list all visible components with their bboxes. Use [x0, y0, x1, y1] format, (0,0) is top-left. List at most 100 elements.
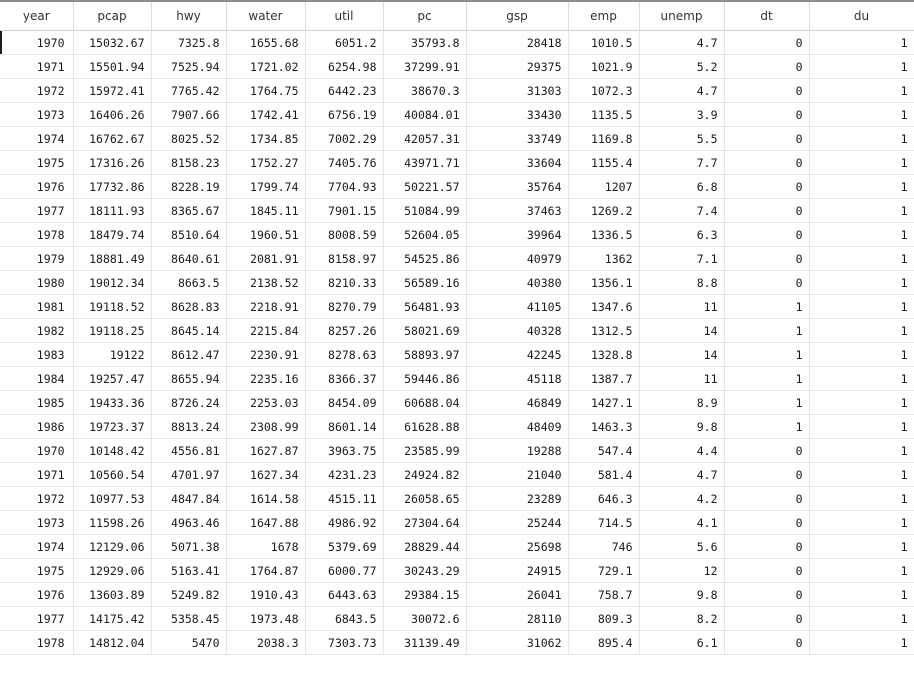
cell-dt[interactable]: 0 — [724, 270, 810, 295]
cell-pcap[interactable]: 19012.34 — [73, 270, 152, 295]
cell-gsp[interactable]: 41105 — [466, 294, 569, 319]
cell-year[interactable]: 1972 — [0, 78, 74, 103]
cell-pcap[interactable]: 15972.41 — [73, 78, 152, 103]
cell-hwy[interactable]: 5163.41 — [151, 558, 227, 583]
cell-pcap[interactable]: 19723.37 — [73, 414, 152, 439]
cell-water[interactable]: 2038.3 — [226, 630, 306, 655]
cell-unemp[interactable]: 8.9 — [639, 390, 725, 415]
cell-year[interactable]: 1978 — [0, 222, 74, 247]
cell-unemp[interactable]: 8.8 — [639, 270, 725, 295]
cell-gsp[interactable]: 29375 — [466, 54, 569, 79]
cell-util[interactable]: 8008.59 — [305, 222, 384, 247]
cell-du[interactable]: 1 — [809, 126, 914, 151]
cell-pc[interactable]: 35793.8 — [383, 30, 467, 55]
cell-pc[interactable]: 60688.04 — [383, 390, 467, 415]
cell-pcap[interactable]: 15032.67 — [73, 30, 152, 55]
cell-unemp[interactable]: 4.1 — [639, 510, 725, 535]
cell-hwy[interactable]: 5249.82 — [151, 582, 227, 607]
cell-water[interactable]: 2138.52 — [226, 270, 306, 295]
cell-unemp[interactable]: 6.1 — [639, 630, 725, 655]
cell-unemp[interactable]: 4.2 — [639, 486, 725, 511]
cell-du[interactable]: 1 — [809, 246, 914, 271]
cell-du[interactable]: 1 — [809, 534, 914, 559]
cell-hwy[interactable]: 8663.5 — [151, 270, 227, 295]
cell-year[interactable]: 1984 — [0, 366, 74, 391]
cell-dt[interactable]: 0 — [724, 246, 810, 271]
cell-emp[interactable]: 809.3 — [568, 606, 640, 631]
cell-pc[interactable]: 37299.91 — [383, 54, 467, 79]
cell-gsp[interactable]: 42245 — [466, 342, 569, 367]
cell-du[interactable]: 1 — [809, 558, 914, 583]
cell-water[interactable]: 2235.16 — [226, 366, 306, 391]
column-header-unemp[interactable]: unemp — [639, 2, 725, 31]
cell-du[interactable]: 1 — [809, 270, 914, 295]
cell-hwy[interactable]: 8655.94 — [151, 366, 227, 391]
cell-water[interactable]: 1647.88 — [226, 510, 306, 535]
cell-gsp[interactable]: 21040 — [466, 462, 569, 487]
cell-gsp[interactable]: 31062 — [466, 630, 569, 655]
cell-pcap[interactable]: 10560.54 — [73, 462, 152, 487]
cell-gsp[interactable]: 33604 — [466, 150, 569, 175]
cell-emp[interactable]: 1463.3 — [568, 414, 640, 439]
cell-pc[interactable]: 28829.44 — [383, 534, 467, 559]
cell-util[interactable]: 8601.14 — [305, 414, 384, 439]
cell-hwy[interactable]: 8510.64 — [151, 222, 227, 247]
cell-hwy[interactable]: 8365.67 — [151, 198, 227, 223]
cell-emp[interactable]: 1312.5 — [568, 318, 640, 343]
cell-unemp[interactable]: 4.7 — [639, 462, 725, 487]
cell-pcap[interactable]: 13603.89 — [73, 582, 152, 607]
cell-gsp[interactable]: 33749 — [466, 126, 569, 151]
cell-unemp[interactable]: 5.6 — [639, 534, 725, 559]
cell-gsp[interactable]: 23289 — [466, 486, 569, 511]
cell-water[interactable]: 1627.87 — [226, 438, 306, 463]
cell-emp[interactable]: 1207 — [568, 174, 640, 199]
cell-du[interactable]: 1 — [809, 510, 914, 535]
cell-hwy[interactable]: 8645.14 — [151, 318, 227, 343]
cell-du[interactable]: 1 — [809, 462, 914, 487]
cell-du[interactable]: 1 — [809, 150, 914, 175]
cell-water[interactable]: 2308.99 — [226, 414, 306, 439]
cell-util[interactable]: 8278.63 — [305, 342, 384, 367]
cell-dt[interactable]: 0 — [724, 510, 810, 535]
column-header-hwy[interactable]: hwy — [151, 2, 227, 31]
column-header-emp[interactable]: emp — [568, 2, 640, 31]
column-header-dt[interactable]: dt — [724, 2, 810, 31]
cell-dt[interactable]: 0 — [724, 30, 810, 55]
cell-hwy[interactable]: 8158.23 — [151, 150, 227, 175]
cell-unemp[interactable]: 12 — [639, 558, 725, 583]
cell-pc[interactable]: 42057.31 — [383, 126, 467, 151]
cell-pcap[interactable]: 19118.52 — [73, 294, 152, 319]
cell-year[interactable]: 1971 — [0, 54, 74, 79]
cell-water[interactable]: 2253.03 — [226, 390, 306, 415]
cell-du[interactable]: 1 — [809, 582, 914, 607]
cell-year[interactable]: 1970 — [0, 30, 74, 55]
column-header-util[interactable]: util — [305, 2, 384, 31]
cell-dt[interactable]: 0 — [724, 174, 810, 199]
cell-du[interactable]: 1 — [809, 606, 914, 631]
cell-gsp[interactable]: 28110 — [466, 606, 569, 631]
cell-emp[interactable]: 714.5 — [568, 510, 640, 535]
cell-du[interactable]: 1 — [809, 30, 914, 55]
cell-gsp[interactable]: 33430 — [466, 102, 569, 127]
cell-water[interactable]: 1752.27 — [226, 150, 306, 175]
cell-gsp[interactable]: 31303 — [466, 78, 569, 103]
cell-pcap[interactable]: 18881.49 — [73, 246, 152, 271]
cell-util[interactable]: 3963.75 — [305, 438, 384, 463]
cell-emp[interactable]: 729.1 — [568, 558, 640, 583]
cell-hwy[interactable]: 7765.42 — [151, 78, 227, 103]
cell-gsp[interactable]: 40380 — [466, 270, 569, 295]
cell-pc[interactable]: 51084.99 — [383, 198, 467, 223]
cell-emp[interactable]: 1135.5 — [568, 102, 640, 127]
cell-pcap[interactable]: 12929.06 — [73, 558, 152, 583]
cell-dt[interactable]: 1 — [724, 390, 810, 415]
cell-util[interactable]: 6443.63 — [305, 582, 384, 607]
cell-water[interactable]: 1655.68 — [226, 30, 306, 55]
cell-hwy[interactable]: 8228.19 — [151, 174, 227, 199]
cell-emp[interactable]: 1072.3 — [568, 78, 640, 103]
cell-pc[interactable]: 30243.29 — [383, 558, 467, 583]
cell-pcap[interactable]: 10148.42 — [73, 438, 152, 463]
cell-year[interactable]: 1973 — [0, 102, 74, 127]
cell-emp[interactable]: 1155.4 — [568, 150, 640, 175]
cell-dt[interactable]: 0 — [724, 54, 810, 79]
cell-hwy[interactable]: 7525.94 — [151, 54, 227, 79]
